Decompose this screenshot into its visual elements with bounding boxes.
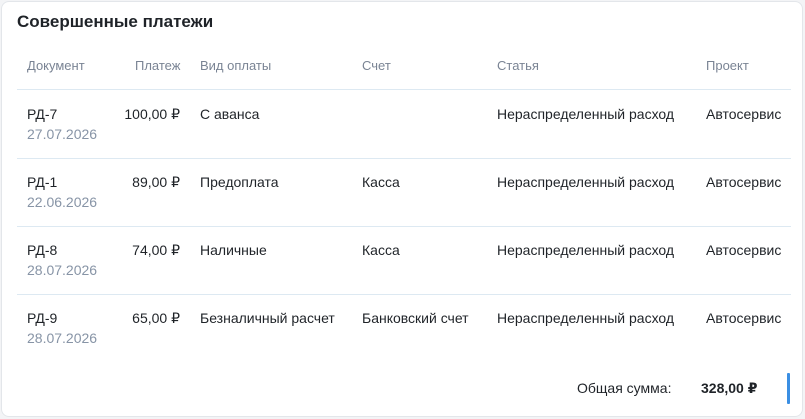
account: Касса bbox=[362, 242, 400, 258]
document-date: 22.06.2026 bbox=[27, 194, 98, 210]
payment-type: Безналичный расчет bbox=[200, 310, 335, 326]
article: Нераспределенный расход bbox=[497, 242, 675, 258]
document-number[interactable]: РД-9 bbox=[27, 310, 57, 326]
article: Нераспределенный расход bbox=[497, 310, 675, 326]
payments-card: Совершенные платежи Документ Платеж Вид … bbox=[1, 1, 803, 417]
total-value: 328,00 ₽ bbox=[701, 380, 758, 396]
project: Автосервис bbox=[706, 106, 782, 122]
document-date: 28.07.2026 bbox=[27, 330, 98, 346]
column-header-document[interactable]: Документ bbox=[27, 58, 85, 73]
total-label: Общая сумма: bbox=[577, 380, 672, 396]
payment-type: Предоплата bbox=[200, 174, 279, 190]
document-date: 27.07.2026 bbox=[27, 126, 98, 142]
account: Банковский счет bbox=[362, 310, 469, 326]
project: Автосервис bbox=[706, 310, 782, 326]
article: Нераспределенный расход bbox=[497, 106, 675, 122]
project: Автосервис bbox=[706, 174, 782, 190]
table-row[interactable]: РД-9 28.07.2026 65,00 ₽ Безналичный расч… bbox=[2, 294, 804, 362]
column-header-payment[interactable]: Платеж bbox=[135, 58, 180, 73]
column-header-payment-type[interactable]: Вид оплаты bbox=[200, 58, 271, 73]
document-date: 28.07.2026 bbox=[27, 262, 98, 278]
column-header-article[interactable]: Статья bbox=[497, 58, 539, 73]
document-number[interactable]: РД-8 bbox=[27, 242, 57, 258]
table-row[interactable]: РД-1 22.06.2026 89,00 ₽ Предоплата Касса… bbox=[2, 158, 804, 226]
scrollbar-thumb[interactable] bbox=[787, 373, 790, 404]
document-number[interactable]: РД-7 bbox=[27, 106, 57, 122]
table-row[interactable]: РД-8 28.07.2026 74,00 ₽ Наличные Касса Н… bbox=[2, 226, 804, 294]
card-title: Совершенные платежи bbox=[17, 12, 214, 31]
project: Автосервис bbox=[706, 242, 782, 258]
payment-amount: 65,00 ₽ bbox=[132, 310, 180, 326]
column-header-account[interactable]: Счет bbox=[362, 58, 391, 73]
payment-amount: 100,00 ₽ bbox=[124, 106, 180, 122]
payment-amount: 74,00 ₽ bbox=[132, 242, 180, 258]
column-header-project[interactable]: Проект bbox=[706, 58, 749, 73]
article: Нераспределенный расход bbox=[497, 174, 675, 190]
payment-amount: 89,00 ₽ bbox=[132, 174, 180, 190]
payment-type: С аванса bbox=[200, 106, 260, 122]
account: Касса bbox=[362, 174, 400, 190]
table-row[interactable]: РД-7 27.07.2026 100,00 ₽ С аванса Нерасп… bbox=[2, 90, 804, 158]
payment-type: Наличные bbox=[200, 242, 267, 258]
document-number[interactable]: РД-1 bbox=[27, 174, 57, 190]
